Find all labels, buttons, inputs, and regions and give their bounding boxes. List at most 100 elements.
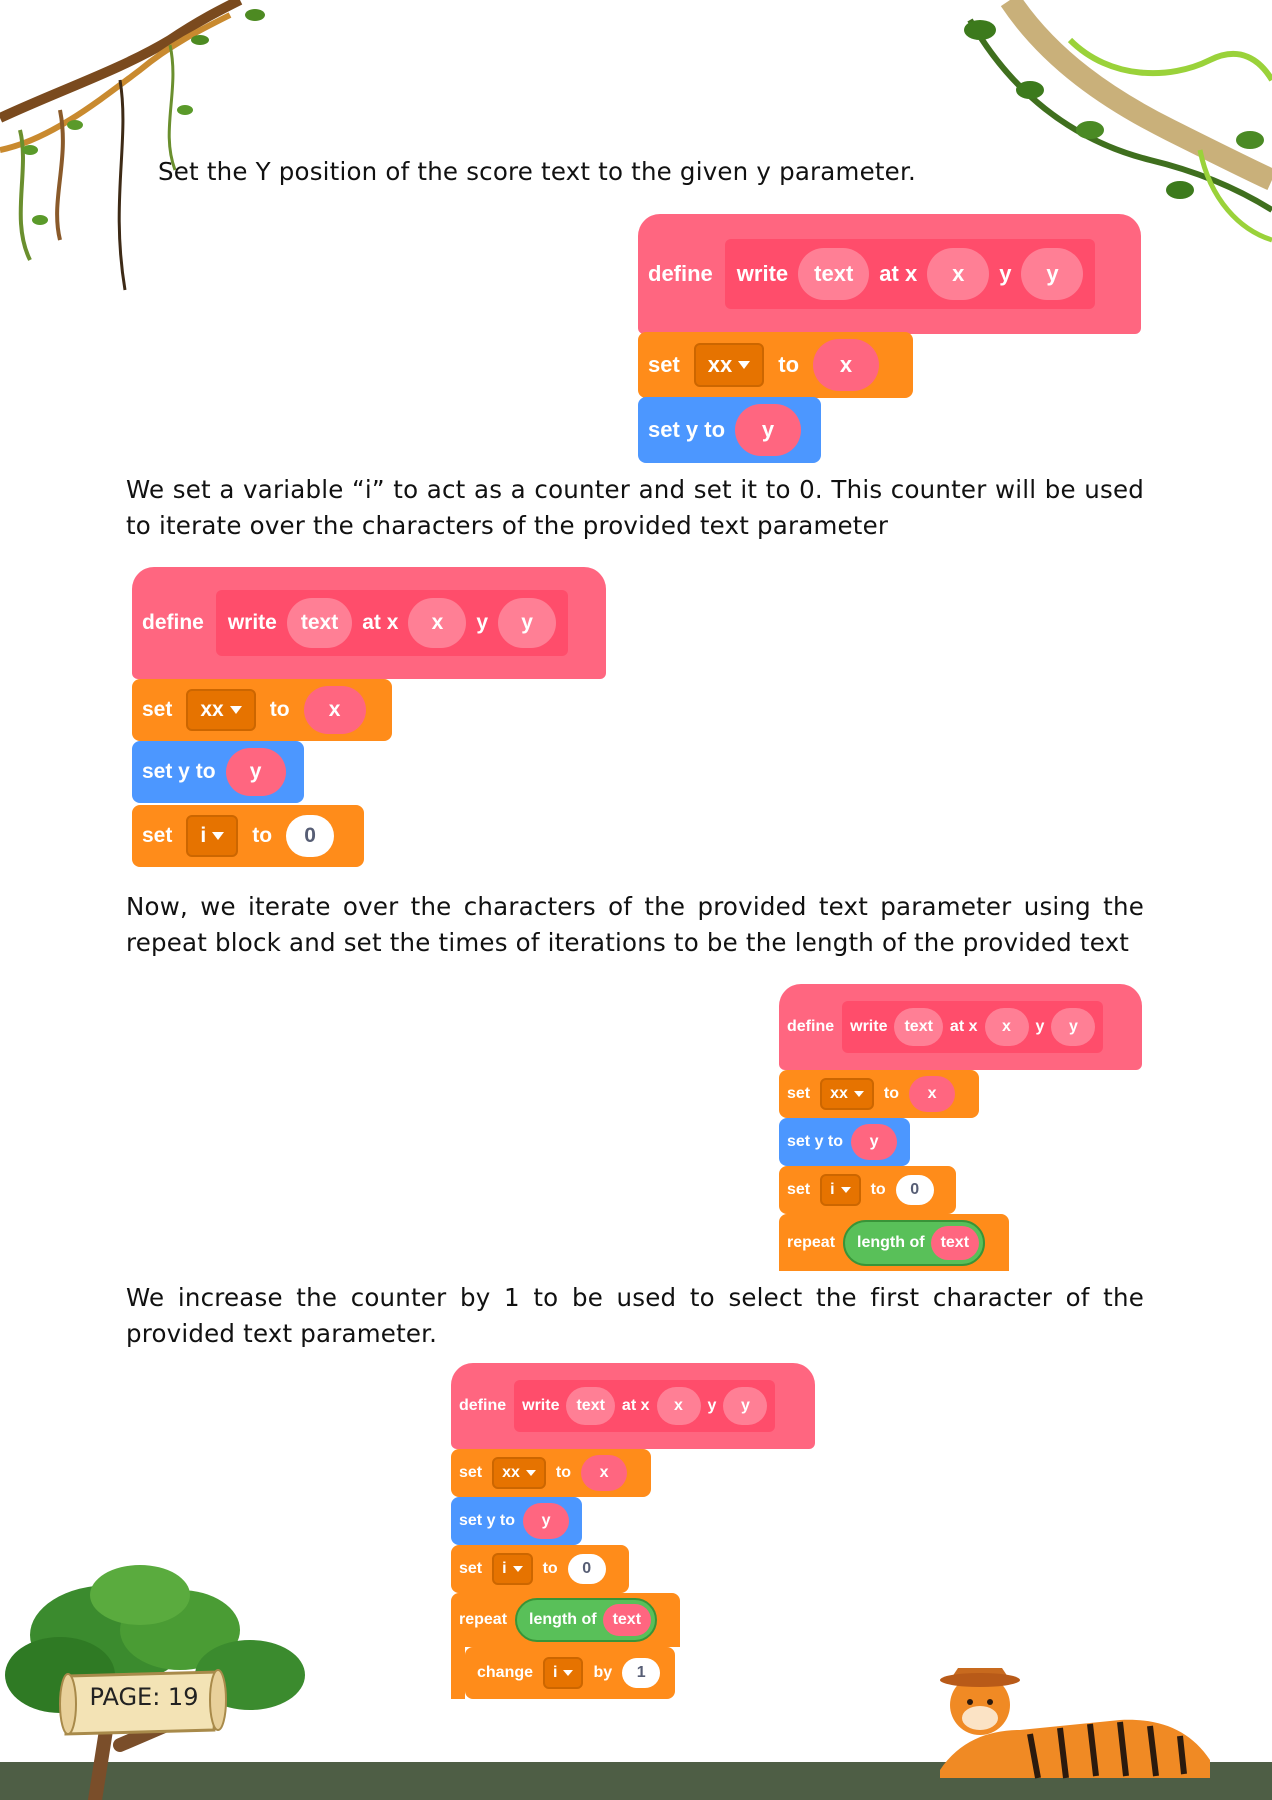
set-label: set (787, 1085, 811, 1102)
set-counter-block: set i to 0 (779, 1166, 956, 1214)
change-label: change (477, 1664, 534, 1681)
chevron-down-icon (563, 1670, 574, 1676)
dropdown-value: i (553, 1664, 558, 1681)
reporter-y: y (523, 1503, 570, 1539)
by-label: by (593, 1664, 613, 1681)
param-text: text (894, 1008, 943, 1046)
param-text: text (286, 598, 353, 648)
code-block-stack-1: define write text at x x y y set xx to x… (638, 214, 1141, 463)
instruction-text-2: We set a variable “i” to act as a counte… (126, 475, 1144, 540)
to-label: to (542, 1560, 558, 1577)
set-y-block: set y to y (638, 397, 821, 463)
reporter-x: x (813, 339, 880, 391)
dropdown-value: xx (830, 1085, 848, 1102)
reporter-text: text (602, 1604, 652, 1636)
to-label: to (269, 698, 290, 721)
repeat-block-arm (451, 1647, 465, 1699)
instruction-text-1: Set the Y position of the score text to … (158, 157, 916, 186)
set-label: set (787, 1181, 811, 1198)
vines-top-left-illustration (0, 0, 265, 291)
variable-dropdown-i: i (186, 815, 239, 857)
set-label: set (142, 824, 173, 847)
page-number-label: PAGE: 19 (89, 1683, 199, 1711)
repeat-label: repeat (459, 1611, 508, 1628)
y-label: y (999, 261, 1012, 286)
tiger-illustration (940, 1668, 1210, 1779)
repeat-label: repeat (787, 1233, 836, 1251)
to-label: to (555, 1464, 572, 1481)
y-label: y (707, 1397, 717, 1414)
y-label: y (476, 611, 489, 634)
change-counter-block: change i by 1 (465, 1647, 675, 1699)
to-label: to (778, 352, 800, 377)
param-x: x (656, 1387, 701, 1425)
set-y-block: set y to y (451, 1497, 582, 1545)
code-block-stack-3: define write text at x x y y set xx to x… (779, 984, 1142, 1271)
repeat-block: repeat length of text (779, 1214, 1009, 1271)
dropdown-value: i (830, 1181, 835, 1198)
number-input-0: 0 (567, 1554, 606, 1584)
reporter-x: x (303, 686, 366, 734)
at-x-label: at x (949, 1018, 978, 1035)
to-label: to (252, 824, 273, 847)
define-label: define (648, 261, 713, 286)
set-counter-block: set i to 0 (132, 805, 364, 867)
variable-dropdown-xx: xx (820, 1078, 874, 1110)
set-variable-block: set xx to x (779, 1070, 979, 1118)
write-label: write (227, 611, 277, 634)
set-label: set (459, 1464, 483, 1481)
set-y-to-label: set y to (787, 1133, 844, 1150)
param-text: text (798, 248, 870, 300)
define-label: define (142, 611, 204, 634)
write-label: write (736, 261, 789, 286)
custom-block-prototype: write text at x x y y (215, 590, 569, 656)
reporter-y: y (225, 748, 286, 796)
param-x: x (408, 598, 467, 648)
param-text: text (566, 1387, 615, 1425)
chevron-down-icon (512, 1566, 523, 1572)
set-variable-block: set xx to x (132, 679, 392, 741)
number-input-0: 0 (286, 815, 335, 857)
chevron-down-icon (853, 1091, 864, 1097)
dropdown-value: xx (502, 1464, 520, 1481)
custom-block-prototype: write text at x x y y (514, 1380, 776, 1432)
define-label: define (787, 1018, 835, 1035)
chevron-down-icon (229, 706, 242, 714)
variable-dropdown-xx: xx (693, 343, 765, 387)
length-of-label: length of (857, 1233, 925, 1251)
custom-block-prototype: write text at x x y y (842, 1001, 1104, 1053)
code-block-stack-2: define write text at x x y y set xx to x… (132, 567, 606, 867)
reporter-x: x (909, 1076, 956, 1112)
number-input-0: 0 (895, 1175, 934, 1205)
param-y: y (1021, 248, 1084, 300)
set-y-to-label: set y to (648, 417, 726, 442)
to-label: to (870, 1181, 886, 1198)
set-variable-block: set xx to x (451, 1449, 651, 1497)
code-block-stack-4: define write text at x x y y set xx to x… (451, 1363, 815, 1699)
write-label: write (522, 1397, 560, 1414)
param-x: x (927, 248, 990, 300)
reporter-y: y (851, 1124, 898, 1160)
set-variable-block: set xx to x (638, 332, 913, 398)
param-y: y (498, 598, 557, 648)
instruction-text-4: We increase the counter by 1 to be used … (126, 1283, 1144, 1348)
at-x-label: at x (879, 261, 918, 286)
variable-dropdown-i: i (492, 1553, 533, 1585)
set-label: set (459, 1560, 483, 1577)
repeat-block: repeat length of text (451, 1593, 680, 1647)
set-y-to-label: set y to (142, 760, 216, 783)
length-of-label: length of (529, 1611, 597, 1628)
at-x-label: at x (621, 1397, 650, 1414)
chevron-down-icon (525, 1470, 536, 1476)
at-x-label: at x (362, 611, 399, 634)
define-block: define write text at x x y y (132, 567, 606, 679)
length-of-operator: length of text (515, 1598, 658, 1642)
variable-dropdown-i: i (543, 1657, 584, 1689)
to-label: to (883, 1085, 900, 1102)
chevron-down-icon (738, 361, 751, 369)
y-label: y (1035, 1018, 1045, 1035)
variable-dropdown-xx: xx (492, 1457, 546, 1489)
instruction-text-3: Now, we iterate over the characters of t… (126, 892, 1144, 957)
number-input-1: 1 (622, 1658, 661, 1688)
reporter-x: x (581, 1455, 628, 1491)
